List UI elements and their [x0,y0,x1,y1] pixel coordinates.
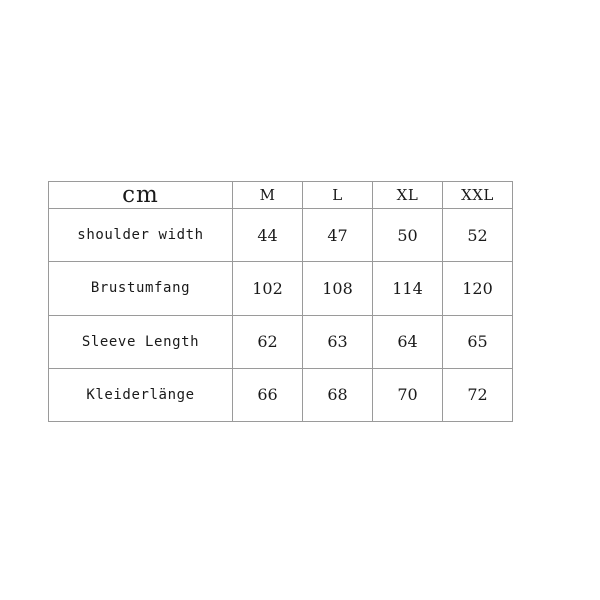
cell-kleiderlaenge-xl: 70 [372,367,443,423]
table-row: shoulder width 44 47 50 52 [48,207,513,263]
cell-sleeve-length-m: 62 [232,314,303,369]
column-header-xl: XL [372,181,443,209]
row-label-shoulder-width: shoulder width [48,207,233,263]
cell-shoulder-width-l: 47 [302,207,373,263]
row-label-sleeve-length: Sleeve Length [48,314,233,369]
column-header-xxl: XXL [442,181,513,209]
cell-brustumfang-m: 102 [232,261,303,316]
table-header: cm M L XL XXL [48,181,513,209]
cell-shoulder-width-xl: 50 [372,207,443,263]
cell-brustumfang-xxl: 120 [442,261,513,316]
column-header-m: M [232,181,303,209]
size-chart-table: cm M L XL XXL shoulder width 44 47 50 52… [48,181,513,423]
row-label-kleiderlaenge: Kleiderlänge [48,367,233,423]
column-header-unit: cm [48,181,233,209]
table-header-row: cm M L XL XXL [48,181,513,209]
table-row: Sleeve Length 62 63 64 65 [48,314,513,369]
cell-brustumfang-xl: 114 [372,261,443,316]
cell-sleeve-length-xl: 64 [372,314,443,369]
cell-kleiderlaenge-l: 68 [302,367,373,423]
row-label-brustumfang: Brustumfang [48,261,233,316]
size-chart-container: cm M L XL XXL shoulder width 44 47 50 52… [48,181,513,423]
cell-shoulder-width-xxl: 52 [442,207,513,263]
cell-shoulder-width-m: 44 [232,207,303,263]
table-row: Brustumfang 102 108 114 120 [48,261,513,316]
cell-brustumfang-l: 108 [302,261,373,316]
cell-kleiderlaenge-xxl: 72 [442,367,513,423]
cell-sleeve-length-l: 63 [302,314,373,369]
cell-kleiderlaenge-m: 66 [232,367,303,423]
column-header-l: L [302,181,373,209]
table-body: shoulder width 44 47 50 52 Brustumfang 1… [48,207,513,423]
table-row: Kleiderlänge 66 68 70 72 [48,367,513,423]
cell-sleeve-length-xxl: 65 [442,314,513,369]
